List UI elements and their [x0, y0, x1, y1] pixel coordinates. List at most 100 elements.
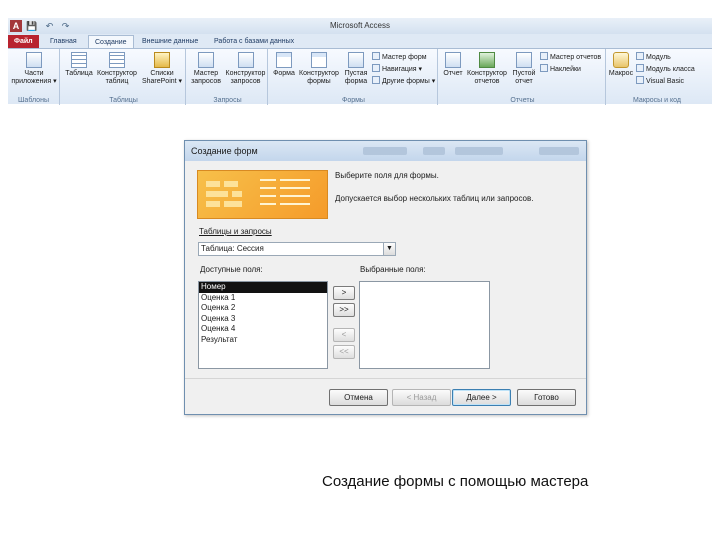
class-module-icon — [636, 64, 644, 72]
app-parts-icon — [26, 52, 42, 68]
tables-queries-select[interactable]: Таблица: Сессия ▼ — [198, 242, 396, 256]
tables-queries-label: Таблицы и запросы — [199, 227, 272, 236]
class-module-button[interactable]: Модуль класса — [636, 64, 695, 74]
available-fields-list[interactable]: Номер Оценка 1 Оценка 2 Оценка 3 Оценка … — [198, 281, 328, 369]
cancel-button[interactable]: Отмена — [329, 389, 388, 406]
group-templates: Части приложения ▾ Шаблоны — [8, 49, 60, 105]
class-module-label: Модуль класса — [646, 66, 695, 73]
form-button[interactable]: Форма — [272, 52, 296, 78]
group-reports: Отчет Конструктор отчетов Пустой отчет М… — [440, 49, 606, 105]
list-item[interactable]: Оценка 2 — [199, 303, 327, 314]
blank-report-label: Пустой отчет — [512, 70, 536, 85]
list-item[interactable]: Номер — [199, 282, 327, 293]
move-all-right-button[interactable]: >> — [333, 303, 355, 317]
table-design-icon — [109, 52, 125, 68]
query-wizard-button[interactable]: Мастер запросов — [189, 52, 223, 86]
blank-form-label: Пустая форма — [344, 70, 368, 85]
visual-basic-icon — [636, 76, 644, 84]
more-forms-button[interactable]: Другие формы ▾ — [372, 76, 435, 86]
query-design-button[interactable]: Конструктор запросов — [224, 52, 267, 86]
tab-database-tools[interactable]: Работа с базами данных — [208, 35, 300, 48]
tab-home[interactable]: Главная — [44, 35, 83, 48]
form-icon — [276, 52, 292, 68]
report-design-button[interactable]: Конструктор отчетов — [465, 52, 509, 86]
more-forms-label: Другие формы ▾ — [382, 78, 436, 85]
table-button[interactable]: Таблица — [64, 52, 94, 78]
group-tables: Таблица Конструктор таблиц Списки ShareP… — [62, 49, 186, 105]
form-wizard-icon — [372, 52, 380, 60]
labels-icon — [540, 64, 548, 72]
report-design-label: Конструктор отчетов — [467, 70, 507, 85]
table-label: Таблица — [65, 70, 93, 77]
window-title: Microsoft Access — [329, 21, 390, 30]
background-tab-ghost — [539, 147, 579, 155]
ribbon-tabs: Файл Главная Создание Внешние данные Раб… — [8, 34, 712, 48]
group-label-templates: Шаблоны — [18, 97, 49, 104]
title-bar: A 💾 ↶ ↷ Microsoft Access — [8, 18, 712, 34]
form-design-label: Конструктор формы — [299, 70, 339, 85]
sharepoint-lists-label: Списки SharePoint ▾ — [141, 70, 183, 85]
chevron-down-icon[interactable]: ▼ — [383, 243, 395, 255]
report-icon — [445, 52, 461, 68]
wizard-illustration — [197, 170, 328, 219]
module-button[interactable]: Модуль — [636, 52, 671, 62]
move-all-left-button[interactable]: << — [333, 345, 355, 359]
group-label-macros-code: Макросы и код — [633, 97, 681, 104]
move-one-left-button[interactable]: < — [333, 328, 355, 342]
app-parts-button[interactable]: Части приложения ▾ — [10, 52, 58, 86]
group-label-queries: Запросы — [213, 97, 242, 104]
list-item[interactable]: Оценка 4 — [199, 324, 327, 335]
visual-basic-label: Visual Basic — [646, 78, 685, 85]
table-design-button[interactable]: Конструктор таблиц — [95, 52, 139, 86]
table-icon — [71, 52, 87, 68]
form-wizard-button[interactable]: Мастер форм — [372, 52, 427, 62]
finish-button[interactable]: Готово — [517, 389, 576, 406]
group-forms: Форма Конструктор формы Пустая форма Мас… — [270, 49, 438, 105]
tab-file[interactable]: Файл — [8, 35, 39, 48]
blank-form-button[interactable]: Пустая форма — [342, 52, 370, 86]
blank-report-icon — [516, 52, 532, 68]
list-item[interactable]: Оценка 1 — [199, 293, 327, 304]
report-button[interactable]: Отчет — [442, 52, 464, 78]
tab-external-data[interactable]: Внешние данные — [136, 35, 204, 48]
navigation-button[interactable]: Навигация ▾ — [372, 64, 422, 74]
query-wizard-label: Мастер запросов — [191, 70, 221, 85]
app-parts-label: Части приложения ▾ — [11, 70, 57, 85]
list-item[interactable]: Оценка 3 — [199, 314, 327, 325]
labels-button[interactable]: Наклейки — [540, 64, 581, 74]
macro-button[interactable]: Макрос — [608, 52, 634, 78]
move-one-right-button[interactable]: > — [333, 286, 355, 300]
group-label-tables: Таблицы — [109, 97, 138, 104]
group-queries: Мастер запросов Конструктор запросов Зап… — [188, 49, 268, 105]
sharepoint-lists-button[interactable]: Списки SharePoint ▾ — [140, 52, 184, 86]
report-wizard-icon — [540, 52, 548, 60]
report-wizard-label: Мастер отчетов — [550, 54, 602, 61]
selected-fields-list[interactable] — [359, 281, 490, 369]
report-wizard-button[interactable]: Мастер отчетов — [540, 52, 601, 62]
dialog-footer: Отмена < Назад Далее > Готово — [185, 378, 586, 414]
back-button[interactable]: < Назад — [392, 389, 451, 406]
visual-basic-button[interactable]: Visual Basic — [636, 76, 684, 86]
form-wizard-dialog: Создание форм Выберите поля для формы. Д… — [184, 140, 587, 415]
slide-caption: Создание формы с помощью мастера — [322, 473, 589, 490]
form-wizard-label: Мастер форм — [382, 54, 427, 61]
dialog-title-bar[interactable]: Создание форм — [185, 141, 586, 161]
labels-label: Наклейки — [550, 66, 581, 73]
navigation-icon — [372, 64, 380, 72]
form-design-button[interactable]: Конструктор формы — [297, 52, 341, 86]
blank-report-button[interactable]: Пустой отчет — [510, 52, 538, 86]
module-icon — [636, 52, 644, 60]
tab-create[interactable]: Создание — [88, 35, 134, 48]
query-wizard-icon — [198, 52, 214, 68]
background-tab-ghost — [363, 147, 407, 155]
ribbon: A 💾 ↶ ↷ Microsoft Access Файл Главная Со… — [8, 18, 712, 105]
ribbon-body: Части приложения ▾ Шаблоны Таблица Конст… — [8, 48, 712, 105]
wizard-hint: Допускается выбор нескольких таблиц или … — [335, 194, 534, 203]
next-button[interactable]: Далее > — [452, 389, 511, 406]
group-label-reports: Отчеты — [510, 97, 535, 104]
query-design-icon — [237, 52, 254, 68]
blank-form-icon — [348, 52, 364, 68]
background-tab-ghost — [455, 147, 503, 155]
form-label: Форма — [273, 70, 295, 77]
list-item[interactable]: Результат — [199, 335, 327, 346]
